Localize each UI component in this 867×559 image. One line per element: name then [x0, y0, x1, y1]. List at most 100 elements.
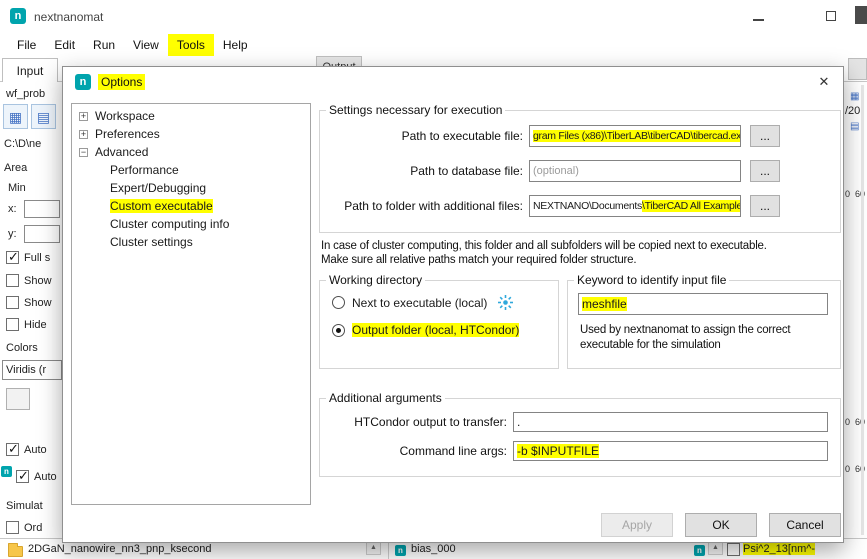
psi-checkbox[interactable] — [727, 543, 740, 556]
radio-next-to-executable[interactable]: Next to executable (local) — [320, 295, 558, 310]
additional-files-input[interactable]: NEXTNANO\Documents\TiberCAD All Examples — [529, 195, 741, 217]
htcondor-value: . — [517, 415, 520, 429]
keyword-help-line2: executable for the simulation — [580, 338, 840, 353]
maximize-icon[interactable] — [826, 11, 836, 21]
radio-unchecked-icon[interactable] — [332, 296, 345, 309]
simulation-label: Simulat — [6, 500, 43, 512]
panel-icon-2: ▤ — [850, 122, 859, 132]
keyword-value: meshfile — [582, 297, 627, 311]
show-checkbox-2[interactable] — [6, 296, 19, 309]
hide-checkbox[interactable] — [6, 318, 19, 331]
dialog-logo-icon: n — [75, 74, 91, 90]
show-label-1: Show — [24, 275, 52, 287]
color-button-fragment[interactable] — [6, 388, 30, 410]
show-checkbox-1[interactable] — [6, 274, 19, 287]
x-input[interactable] — [24, 200, 60, 218]
folder-icon — [8, 546, 23, 557]
database-path-browse-button[interactable]: ... — [750, 160, 780, 182]
menu-file[interactable]: File — [8, 34, 45, 56]
radio-output-folder[interactable]: Output folder (local, HTCondor) — [320, 323, 558, 337]
order-row[interactable]: Ord — [6, 521, 42, 534]
keyword-help-line1: Used by nextnanomat to assign the correc… — [580, 323, 840, 338]
auto-checkbox-1[interactable] — [6, 443, 19, 456]
collapse-minus-icon[interactable]: − — [79, 148, 88, 157]
list-tool-button[interactable]: ▤ — [31, 104, 56, 129]
up-arrow-icon: ▲ — [370, 544, 377, 551]
show-row-1[interactable]: Show — [6, 274, 52, 287]
order-checkbox[interactable] — [6, 521, 19, 534]
database-path-input[interactable]: (optional) — [529, 160, 741, 182]
show-row-2[interactable]: Show — [6, 296, 52, 309]
show-label-2: Show — [24, 297, 52, 309]
tree-label-workspace: Workspace — [95, 109, 155, 123]
additional-arguments-legend: Additional arguments — [326, 391, 445, 405]
cmdline-input[interactable]: -b $INPUTFILE — [513, 441, 828, 461]
app-logo-letter: n — [15, 10, 22, 22]
dialog-logo-letter: n — [80, 76, 87, 88]
auto-row-2[interactable]: Auto — [16, 470, 57, 483]
full-scale-row[interactable]: Full s — [6, 251, 50, 264]
full-scale-checkbox[interactable] — [6, 251, 19, 264]
additional-files-row: Path to folder with additional files: NE… — [328, 195, 830, 217]
database-path-placeholder: (optional) — [533, 165, 579, 177]
tab-input[interactable]: Input — [2, 58, 58, 82]
menu-edit[interactable]: Edit — [45, 34, 84, 56]
exec-settings-legend: Settings necessary for execution — [326, 103, 505, 117]
tree-item-performance[interactable]: Performance — [72, 161, 310, 179]
radio-checked-icon[interactable] — [332, 324, 345, 337]
auto-row-1[interactable]: Auto — [6, 443, 47, 456]
radio-output-folder-label: Output folder (local, HTCondor) — [352, 323, 519, 337]
auto-checkbox-2[interactable] — [16, 470, 29, 483]
psi-file-icon: n — [694, 545, 705, 556]
ok-button[interactable]: OK — [685, 513, 757, 537]
tree-item-workspace[interactable]: + Workspace — [72, 107, 310, 125]
folder-item[interactable]: 2DGaN_nanowire_nn3_pnp_ksecond — [28, 543, 211, 555]
list-icon: ▤ — [37, 112, 50, 122]
grid-icon: ▦ — [850, 91, 859, 102]
tree-item-advanced[interactable]: − Advanced — [72, 143, 310, 161]
apply-button[interactable]: Apply — [601, 513, 673, 537]
titlebar: n nextnanomat — [0, 0, 867, 32]
close-icon[interactable]: ✕ — [815, 73, 833, 91]
bias-file-icon: n — [395, 545, 406, 556]
bias-item[interactable]: bias_000 — [411, 543, 456, 555]
dialog-titlebar[interactable]: n Options ✕ — [63, 67, 843, 97]
htcondor-input[interactable]: . — [513, 412, 828, 432]
database-path-row: Path to database file: (optional) ... — [328, 160, 830, 182]
keyword-legend: Keyword to identify input file — [574, 273, 729, 287]
tree-item-cluster-settings[interactable]: Cluster settings — [72, 233, 310, 251]
colormap-select[interactable]: Viridis (r — [2, 360, 62, 380]
hide-row[interactable]: Hide — [6, 318, 47, 331]
right-scrollbar[interactable] — [861, 85, 864, 535]
image-tool-button[interactable]: ▦ — [3, 104, 28, 129]
full-scale-label: Full s — [24, 252, 50, 264]
expand-plus-icon[interactable]: + — [79, 112, 88, 121]
working-directory-legend: Working directory — [326, 273, 425, 287]
path-label: C:\D\ne — [4, 138, 41, 150]
auto-label-2: Auto — [34, 471, 57, 483]
tree-item-preferences[interactable]: + Preferences — [72, 125, 310, 143]
working-directory-group: Working directory Next to executable (lo… — [319, 273, 559, 369]
tree-item-expert-debugging[interactable]: Expert/Debugging — [72, 179, 310, 197]
cancel-button[interactable]: Cancel — [769, 513, 841, 537]
additional-files-browse-button[interactable]: ... — [750, 195, 780, 217]
tree-label-expert-debugging: Expert/Debugging — [110, 181, 206, 195]
psi-item[interactable]: Psi^2_13[nm^- — [743, 543, 815, 555]
tree-item-cluster-computing-info[interactable]: Cluster computing info — [72, 215, 310, 233]
menu-help[interactable]: Help — [214, 34, 257, 56]
menu-view[interactable]: View — [124, 34, 168, 56]
hint-icon — [498, 295, 513, 310]
exec-path-browse-button[interactable]: ... — [750, 125, 780, 147]
additional-files-value: NEXTNANO\Documents — [533, 200, 642, 212]
y-input[interactable] — [24, 225, 60, 243]
minimize-icon[interactable] — [753, 19, 764, 21]
panel-icon-1: ▦ — [850, 92, 859, 102]
tab-input-label: Input — [17, 64, 44, 78]
exec-settings-group: Settings necessary for execution Path to… — [319, 103, 841, 233]
keyword-input[interactable]: meshfile — [578, 293, 828, 315]
exec-path-input[interactable]: gram Files (x86)\TiberLAB\tiberCAD\tiber… — [529, 125, 741, 147]
menu-tools[interactable]: Tools — [168, 34, 214, 56]
tree-item-custom-executable[interactable]: Custom executable — [72, 197, 310, 215]
menu-run[interactable]: Run — [84, 34, 124, 56]
expand-plus-icon-2[interactable]: + — [79, 130, 88, 139]
